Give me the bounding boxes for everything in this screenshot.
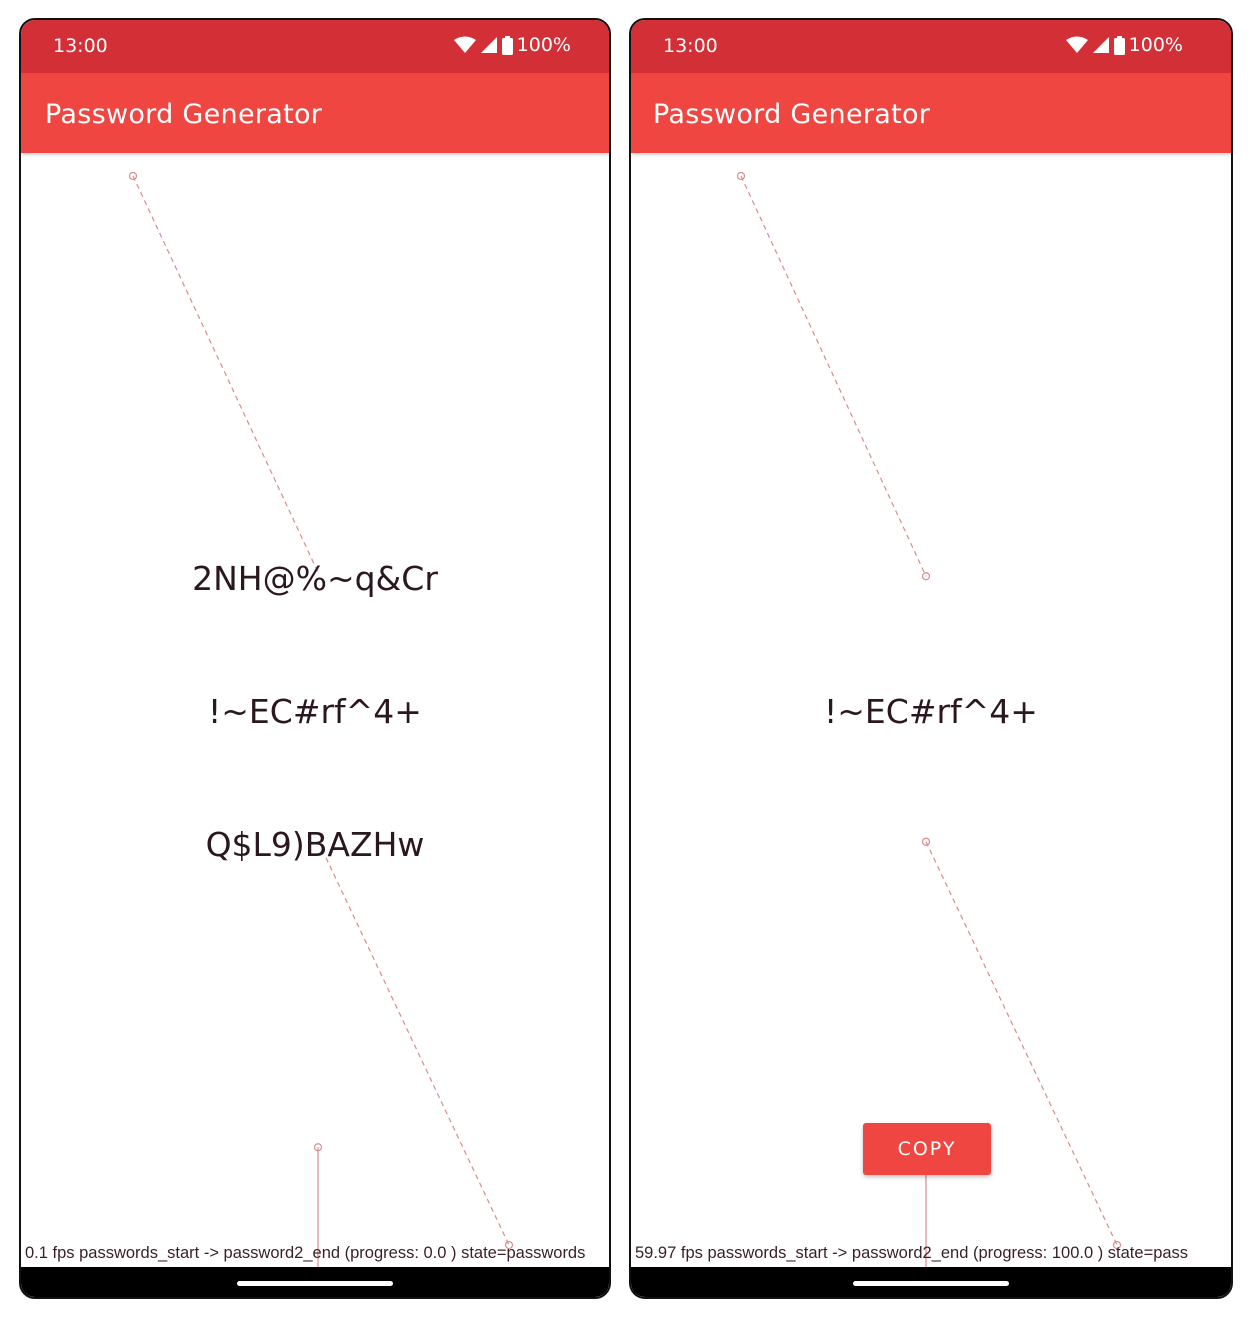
debug-overlay-text: 59.97 fps passwords_start -> password2_e… <box>635 1244 1189 1262</box>
main-content: 2NH@%~q&Cr !~EC#rf^4+ Q$L9)BAZHw 0.1 fps… <box>21 153 609 1267</box>
status-bar: 13:00 100% <box>21 20 609 73</box>
phone-screen-end: 13:00 100% Password Generator !~EC#rf^4+… <box>629 18 1233 1299</box>
navigation-bar <box>631 1267 1231 1297</box>
copy-button[interactable]: COPY <box>863 1123 991 1175</box>
battery-icon <box>501 35 513 55</box>
password-text-2[interactable]: !~EC#rf^4+ <box>21 692 609 731</box>
battery-percent: 100% <box>516 34 571 56</box>
wifi-icon <box>1065 36 1088 54</box>
status-time: 13:00 <box>663 35 718 57</box>
battery-percent: 100% <box>1128 34 1183 56</box>
status-bar: 13:00 100% <box>631 20 1231 73</box>
main-content: !~EC#rf^4+ COPY 59.97 fps passwords_star… <box>631 153 1231 1267</box>
app-bar: Password Generator <box>631 73 1231 153</box>
battery-icon <box>1113 35 1125 55</box>
password-text-1[interactable]: 2NH@%~q&Cr <box>21 559 609 598</box>
status-time: 13:00 <box>53 35 108 57</box>
app-title: Password Generator <box>653 99 931 130</box>
status-icons: 100% <box>453 34 571 56</box>
password-text-3[interactable]: Q$L9)BAZHw <box>21 825 609 864</box>
signal-icon <box>1092 36 1110 54</box>
home-gesture-handle[interactable] <box>853 1281 1009 1286</box>
wifi-icon <box>453 36 476 54</box>
app-bar: Password Generator <box>21 73 609 153</box>
navigation-bar <box>21 1267 609 1297</box>
password-text-2[interactable]: !~EC#rf^4+ <box>631 692 1231 731</box>
phone-screen-start: 13:00 100% Password Generator 2NH@%~q&Cr… <box>19 18 611 1299</box>
debug-overlay-text: 0.1 fps passwords_start -> password2_end… <box>25 1244 586 1262</box>
home-gesture-handle[interactable] <box>237 1281 393 1286</box>
status-icons: 100% <box>1065 34 1183 56</box>
app-title: Password Generator <box>45 99 323 130</box>
signal-icon <box>480 36 498 54</box>
